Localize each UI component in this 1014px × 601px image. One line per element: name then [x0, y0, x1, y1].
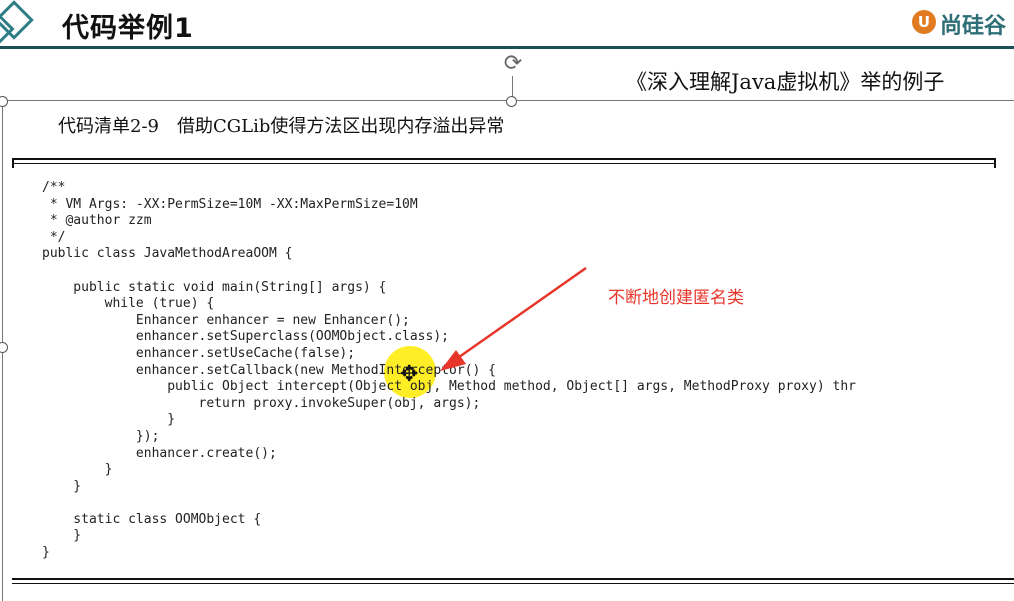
annotation-arrow: [440, 266, 587, 371]
annotation-text: 不断地创建匿名类: [608, 288, 744, 308]
move-cursor-icon: ✥: [400, 362, 419, 387]
